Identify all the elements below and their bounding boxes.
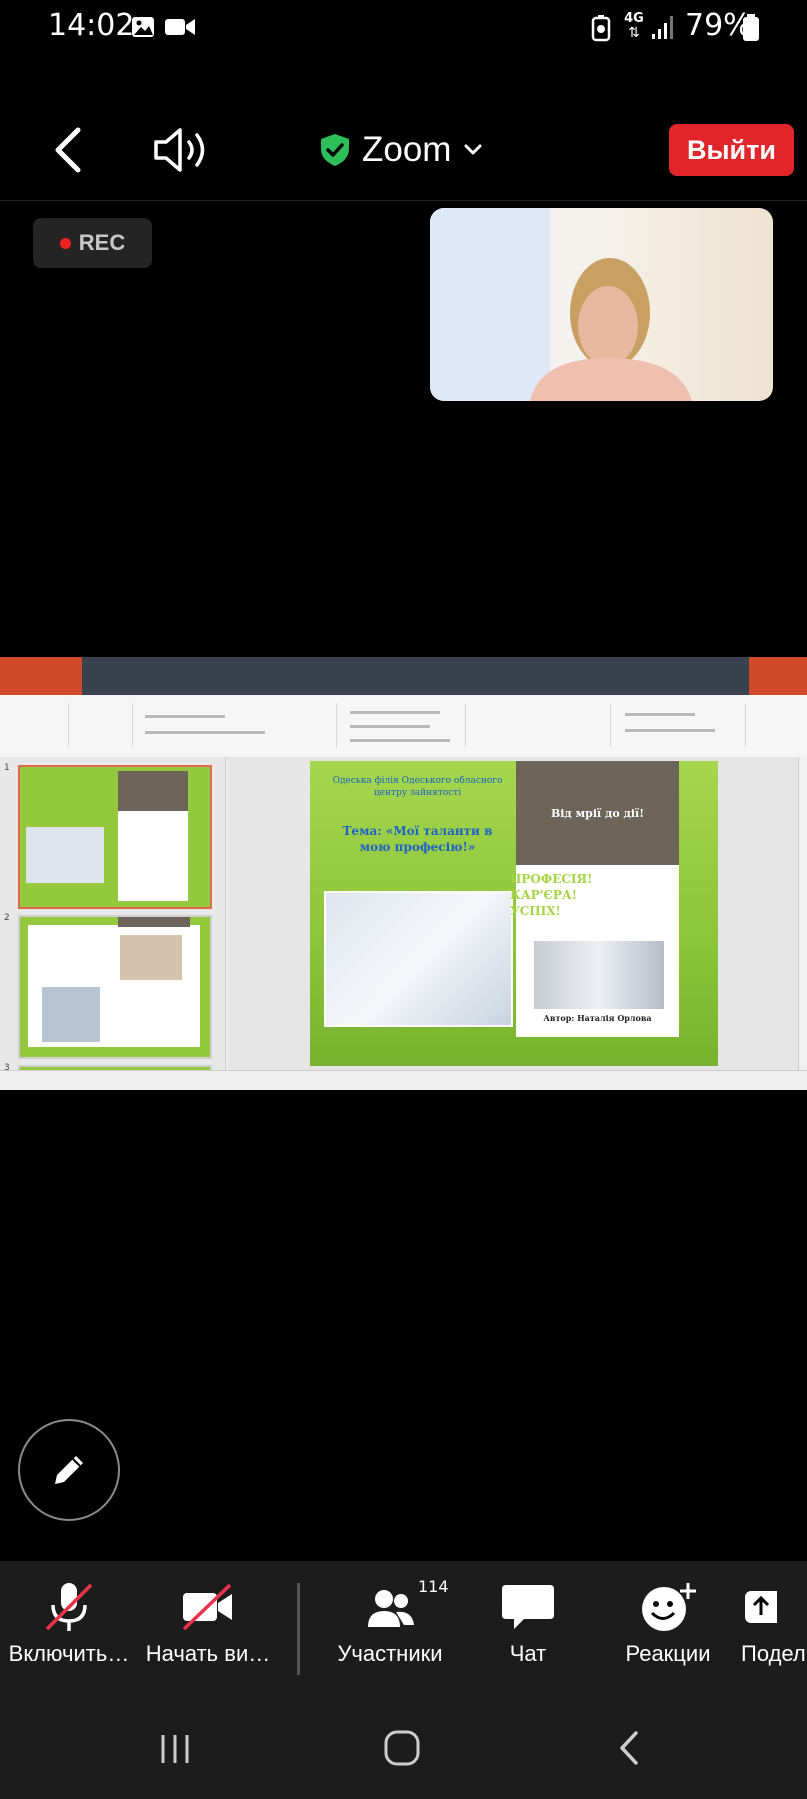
- share-button[interactable]: Подел: [737, 1581, 807, 1681]
- chat-label: Чат: [509, 1641, 547, 1666]
- slogan-box: Від мрії до дії!: [516, 761, 679, 865]
- video-icon: [165, 19, 195, 35]
- back-chevron-icon[interactable]: [44, 122, 100, 178]
- recording-badge: REC: [33, 218, 152, 268]
- slide-photo-workers: [534, 941, 664, 1009]
- slide-photo-scientists: [324, 891, 513, 1027]
- data-arrows-icon: ⇅: [628, 25, 640, 41]
- ppt-status-bar: [0, 1070, 807, 1090]
- participants-icon: [368, 1590, 414, 1627]
- chevron-down-icon: [464, 144, 482, 155]
- slide-thumbnail-pane: 1 2 3: [0, 757, 226, 1090]
- share-screen-icon: [745, 1591, 777, 1623]
- slide-organization: Одеська філія Одеського обласного центру…: [332, 776, 503, 798]
- speaker-icon[interactable]: [150, 122, 216, 178]
- participant-video-thumbnail[interactable]: [430, 208, 773, 401]
- vertical-scrollbar[interactable]: [798, 757, 807, 1070]
- shield-check-icon: [321, 134, 349, 166]
- thumbnail-number: 2: [4, 913, 10, 923]
- slide-right-panel: Від мрії до дії! ПРОФЕСІЯ! КАР'ЄРА! УСПІ…: [510, 761, 679, 1037]
- start-video-label: Начать ви…: [145, 1641, 271, 1666]
- pencil-icon: [55, 1456, 83, 1484]
- battery-saver-icon: [591, 15, 611, 42]
- recording-label: REC: [78, 230, 126, 255]
- reactions-label: Реакции: [625, 1641, 711, 1666]
- start-video-button[interactable]: Начать ви…: [143, 1581, 273, 1681]
- ppt-title-bar: [0, 657, 807, 695]
- video-off-icon: [182, 1583, 232, 1631]
- toolbar-divider: [297, 1583, 300, 1675]
- network-indicator: 4G ⇅: [622, 12, 646, 44]
- ppt-ribbon: [0, 695, 807, 758]
- meeting-top-bar: Zoom Выйти: [0, 100, 807, 201]
- meeting-toolbar: Включить… Начать ви… 114 Участники Чат Р…: [0, 1561, 807, 1697]
- slide-thumbnail[interactable]: [18, 915, 212, 1059]
- gallery-icon: [132, 17, 154, 37]
- slide-author: Автор: Наталія Орлова: [543, 1013, 652, 1023]
- slide-topic: Тема: «Мої таланти в мою професію!»: [342, 824, 493, 854]
- thumbnail-number: 1: [4, 763, 10, 773]
- slide-profession-text: ПРОФЕСІЯ! КАР'ЄРА! УСПІХ!: [510, 872, 593, 918]
- network-type: 4G: [624, 11, 644, 26]
- participants-count: 114: [418, 1577, 449, 1596]
- status-time: 14:02: [48, 8, 135, 43]
- meeting-title-dropdown[interactable]: Zoom: [318, 128, 485, 172]
- participants-button[interactable]: 114 Участники: [320, 1577, 460, 1681]
- participant-video-image: [430, 208, 692, 401]
- participants-label: Участники: [337, 1641, 443, 1666]
- slide-slogan: Від мрії до дії!: [550, 806, 645, 820]
- record-dot-icon: [59, 237, 71, 249]
- ppt-quick-access: [0, 657, 82, 695]
- status-bar: 14:02 4G ⇅ 79%: [0, 0, 807, 56]
- battery-icon: [743, 14, 759, 41]
- chat-button[interactable]: Чат: [478, 1581, 578, 1681]
- system-back-icon[interactable]: [610, 1727, 650, 1769]
- annotate-button[interactable]: [18, 1419, 120, 1521]
- recent-apps-icon[interactable]: [155, 1729, 195, 1769]
- signal-icon: [652, 16, 673, 39]
- home-icon[interactable]: [381, 1727, 423, 1769]
- share-label: Подел: [741, 1641, 806, 1666]
- system-nav-bar: [0, 1697, 807, 1799]
- shared-screen[interactable]: 1 2 3 Одеська філія Одеського обласного …: [0, 657, 807, 1090]
- slide-editor-area: Одеська філія Одеського обласного центру…: [228, 757, 798, 1070]
- ppt-window-controls: [749, 657, 807, 695]
- current-slide: Одеська філія Одеського обласного центру…: [310, 761, 718, 1066]
- microphone-muted-icon: [45, 1583, 93, 1631]
- slide-thumbnail[interactable]: [18, 765, 212, 909]
- meeting-title: Zoom: [362, 130, 452, 169]
- reactions-smiley-icon: [642, 1583, 696, 1631]
- unmute-label: Включить…: [8, 1641, 130, 1666]
- leave-button[interactable]: Выйти: [669, 124, 794, 176]
- chat-bubble-icon: [502, 1585, 554, 1629]
- unmute-button[interactable]: Включить…: [4, 1581, 134, 1681]
- reactions-button[interactable]: Реакции: [608, 1581, 728, 1681]
